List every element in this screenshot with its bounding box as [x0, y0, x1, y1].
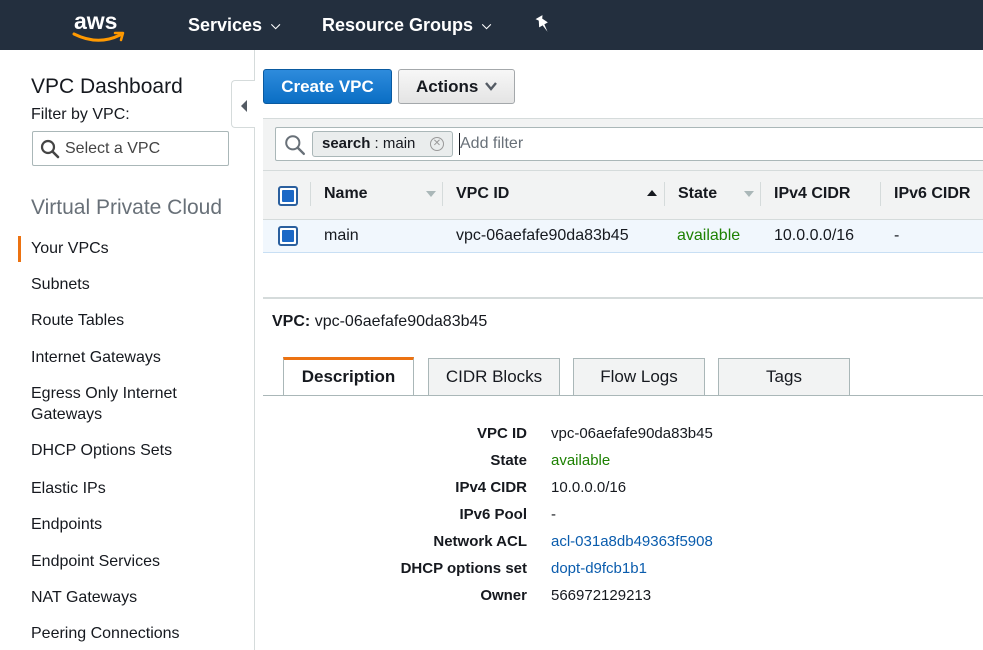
- sidebar-item-egress-only-gateways[interactable]: Egress Only Internet Gateways: [31, 383, 231, 425]
- dhcp-options-link[interactable]: dopt-d9fcb1b1: [551, 560, 647, 577]
- aws-logo[interactable]: aws: [70, 8, 130, 42]
- search-icon: [285, 135, 306, 156]
- column-header-ipv6-cidr[interactable]: IPv6 CIDR: [894, 185, 970, 203]
- sort-down-icon[interactable]: [426, 191, 436, 197]
- column-divider: [442, 182, 443, 206]
- sidebar-item-your-vpcs[interactable]: Your VPCs: [18, 236, 109, 262]
- field-value-ipv6-pool: -: [551, 506, 556, 523]
- filter-input-box[interactable]: search : main ✕ Add filter: [275, 127, 983, 161]
- collapse-left-icon: [241, 100, 247, 112]
- services-menu[interactable]: Services ⌵: [188, 15, 280, 36]
- sidebar: VPC Dashboard Filter by VPC: Select a VP…: [0, 50, 255, 650]
- chevron-down-icon: ⌵: [482, 18, 492, 32]
- pin-icon[interactable]: [533, 14, 553, 36]
- tabs-divider: [263, 395, 983, 396]
- top-nav: aws Services ⌵ Resource Groups ⌵: [0, 0, 983, 50]
- filter-bar: search : main ✕ Add filter: [263, 118, 983, 170]
- column-divider: [310, 182, 311, 206]
- tab-tags[interactable]: Tags: [718, 358, 850, 395]
- detail-heading-vpc-id: vpc-06aefafe90da83b45: [314, 313, 488, 330]
- sidebar-item-internet-gateways[interactable]: Internet Gateways: [31, 347, 161, 368]
- pane-resize-handle[interactable]: [263, 297, 983, 299]
- column-header-vpc-id[interactable]: VPC ID: [456, 185, 509, 203]
- sidebar-title[interactable]: VPC Dashboard: [31, 75, 183, 99]
- chevron-down-icon: ⌵: [271, 18, 281, 32]
- resource-groups-menu[interactable]: Resource Groups ⌵: [322, 15, 491, 36]
- row-checkbox[interactable]: [278, 226, 298, 246]
- vpc-select-placeholder: Select a VPC: [65, 140, 161, 157]
- column-header-ipv4-cidr[interactable]: IPv4 CIDR: [774, 185, 850, 203]
- sidebar-item-route-tables[interactable]: Route Tables: [31, 310, 124, 331]
- detail-heading-label: VPC:: [272, 313, 311, 330]
- column-divider: [880, 182, 881, 206]
- sidebar-item-nat-gateways[interactable]: NAT Gateways: [31, 587, 137, 608]
- filter-by-vpc-label: Filter by VPC:: [31, 106, 130, 123]
- cell-state: available: [677, 227, 741, 244]
- field-value-owner: 566972129213: [551, 587, 652, 604]
- column-divider: [664, 182, 665, 206]
- network-acl-link[interactable]: acl-031a8db49363f5908: [551, 533, 713, 550]
- field-label-ipv6-pool: IPv6 Pool: [459, 506, 527, 523]
- field-label-network-acl: Network ACL: [433, 533, 527, 550]
- aws-smile-icon: [72, 31, 125, 42]
- sidebar-collapse-button[interactable]: [231, 80, 255, 128]
- sidebar-item-endpoint-services[interactable]: Endpoint Services: [31, 551, 160, 572]
- field-label-dhcp-options: DHCP options set: [400, 560, 527, 577]
- sidebar-item-endpoints[interactable]: Endpoints: [31, 514, 102, 535]
- field-value-state: available: [551, 452, 611, 469]
- remove-token-icon[interactable]: ✕: [430, 137, 444, 151]
- filter-token-key: search: [322, 135, 371, 152]
- cell-name: main: [324, 227, 359, 244]
- table-row[interactable]: main vpc-06aefafe90da83b45 available 10.…: [263, 220, 983, 253]
- resource-groups-label: Resource Groups: [322, 15, 474, 35]
- cell-ipv4-cidr: 10.0.0.0/16: [774, 227, 855, 244]
- sidebar-item-subnets[interactable]: Subnets: [31, 274, 90, 295]
- sidebar-item-dhcp-options[interactable]: DHCP Options Sets: [31, 440, 172, 461]
- column-divider: [760, 182, 761, 206]
- search-icon: [40, 139, 60, 159]
- select-all-checkbox[interactable]: [278, 186, 298, 206]
- cell-vpc-id: vpc-06aefafe90da83b45: [456, 227, 629, 244]
- add-filter-placeholder[interactable]: Add filter: [460, 135, 523, 153]
- create-vpc-button[interactable]: Create VPC: [263, 69, 392, 104]
- detail-heading: VPC: vpc-06aefafe90da83b45: [272, 313, 487, 331]
- filter-token[interactable]: search : main ✕: [312, 131, 453, 157]
- column-header-state[interactable]: State: [678, 185, 717, 203]
- sidebar-item-elastic-ips[interactable]: Elastic IPs: [31, 478, 106, 499]
- actions-label: Actions: [416, 77, 479, 96]
- services-label: Services: [188, 15, 263, 35]
- sidebar-section-title: Virtual Private Cloud: [31, 196, 223, 219]
- column-header-name[interactable]: Name: [324, 185, 368, 203]
- cell-ipv6-cidr: -: [894, 227, 900, 244]
- field-value-vpc-id: vpc-06aefafe90da83b45: [551, 425, 713, 442]
- tab-cidr-blocks[interactable]: CIDR Blocks: [428, 358, 560, 395]
- field-label-vpc-id: VPC ID: [476, 425, 527, 442]
- tab-description[interactable]: Description: [283, 357, 414, 396]
- field-label-owner: Owner: [480, 587, 527, 604]
- sort-up-icon[interactable]: [647, 190, 657, 196]
- tab-flow-logs[interactable]: Flow Logs: [573, 358, 705, 395]
- table-header: Name VPC ID State IPv4 CIDR IPv6 CIDR: [263, 170, 983, 220]
- filter-token-value: : main: [374, 135, 416, 152]
- field-label-ipv4-cidr: IPv4 CIDR: [455, 479, 527, 496]
- chevron-down-icon: [485, 82, 497, 91]
- sidebar-item-peering-connections[interactable]: Peering Connections: [31, 623, 180, 644]
- field-label-state: State: [490, 452, 527, 469]
- field-value-ipv4-cidr: 10.0.0.0/16: [551, 479, 627, 496]
- sort-down-icon[interactable]: [744, 191, 754, 197]
- actions-button[interactable]: Actions: [398, 69, 515, 104]
- vpc-select[interactable]: Select a VPC: [32, 131, 229, 166]
